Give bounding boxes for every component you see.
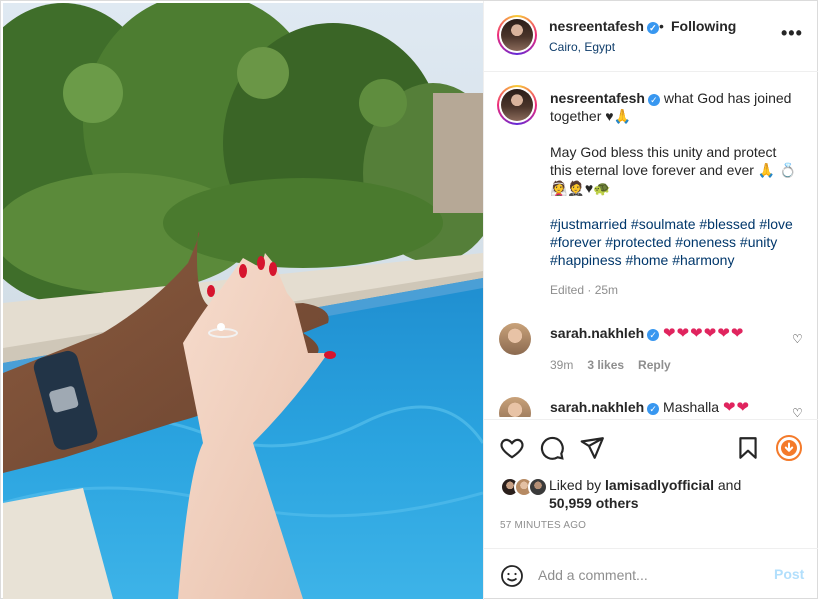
header-separator: • [659, 18, 664, 34]
emoji-icon[interactable] [500, 564, 524, 588]
commenter-verified-icon: ✓ [647, 403, 660, 415]
action-bar [484, 419, 818, 474]
author-avatar-image [501, 19, 533, 51]
heart-icon[interactable] [499, 435, 525, 461]
comment-input[interactable] [538, 562, 768, 588]
liker-avatar[interactable] [528, 477, 548, 497]
caption-username[interactable]: nesreentafesh [550, 90, 645, 106]
comment-time: 39m [550, 358, 574, 372]
comment-like-heart-icon[interactable]: ♡ [792, 332, 803, 346]
comment-like-heart-icon[interactable]: ♡ [792, 406, 803, 417]
comment-meta: 39m 3 likes Reply [550, 358, 671, 372]
comment-likes-count[interactable]: 3 likes [587, 358, 624, 372]
following-button[interactable]: Following [671, 18, 736, 34]
likes-summary: Liked by lamisadlyofficial and 50,959 ot… [549, 476, 741, 512]
photo-illustration [3, 3, 483, 599]
post-header: nesreentafesh ✓ • Following Cairo, Egypt … [484, 1, 818, 72]
liked-by-prefix: Liked by [549, 477, 602, 493]
location-link[interactable]: Cairo, Egypt [549, 40, 615, 54]
comment-body: Mashalla [663, 399, 720, 415]
post-timestamp[interactable]: 57 MINUTES AGO [500, 520, 586, 531]
caption-avatar-image [501, 89, 533, 121]
commenter-verified-icon: ✓ [647, 329, 660, 341]
bookmark-icon[interactable] [735, 435, 761, 461]
reel-badge-icon[interactable] [776, 435, 802, 461]
likes-section: Liked by lamisadlyofficial and 50,959 ot… [484, 474, 818, 544]
comment-hearts: ❤❤ [722, 399, 751, 416]
comment-text: sarah.nakhleh ✓ Mashalla ❤❤ [550, 398, 750, 416]
post-photo[interactable] [3, 3, 483, 599]
comment-text: sarah.nakhleh ✓ ❤❤❤❤❤❤ [550, 324, 744, 342]
author-avatar[interactable] [497, 15, 537, 55]
paper-plane-icon[interactable] [579, 435, 605, 461]
caption-line-2: May God bless this unity and protect thi… [550, 144, 797, 196]
caption-verified-icon: ✓ [647, 94, 660, 106]
add-comment-bar: Post [484, 548, 818, 600]
comment-icon[interactable] [539, 435, 565, 461]
more-options-icon[interactable]: ••• [781, 23, 803, 44]
liker-username[interactable]: lamisadlyofficial [605, 477, 714, 493]
author-username[interactable]: nesreentafesh ✓ [549, 18, 659, 34]
comment-hearts: ❤❤❤❤❤❤ [663, 325, 745, 342]
post-side-panel: nesreentafesh ✓ • Following Cairo, Egypt … [483, 1, 818, 600]
liked-by-connector: and [717, 477, 742, 493]
post-comment-button[interactable]: Post [774, 566, 804, 582]
comment-reply-button[interactable]: Reply [638, 358, 671, 372]
commenter-username[interactable]: sarah.nakhleh [550, 325, 644, 341]
likes-others-count[interactable]: 50,959 others [549, 495, 639, 511]
post-frame: nesreentafesh ✓ • Following Cairo, Egypt … [0, 0, 818, 600]
comments-section[interactable]: nesreentafesh ✓ what God has joined toget… [484, 73, 818, 417]
caption-edited-meta: Edited · 25m [550, 283, 619, 297]
caption-body: nesreentafesh ✓ what God has joined toget… [550, 89, 800, 299]
caption-hashtags[interactable]: #justmarried #soulmate #blessed #love #f… [550, 215, 800, 269]
commenter-username[interactable]: sarah.nakhleh [550, 399, 644, 415]
author-username-text[interactable]: nesreentafesh [549, 18, 644, 34]
commenter-avatar[interactable] [499, 397, 531, 417]
verified-badge-icon: ✓ [646, 22, 659, 34]
commenter-avatar[interactable] [499, 323, 531, 355]
caption-avatar[interactable] [497, 85, 537, 125]
